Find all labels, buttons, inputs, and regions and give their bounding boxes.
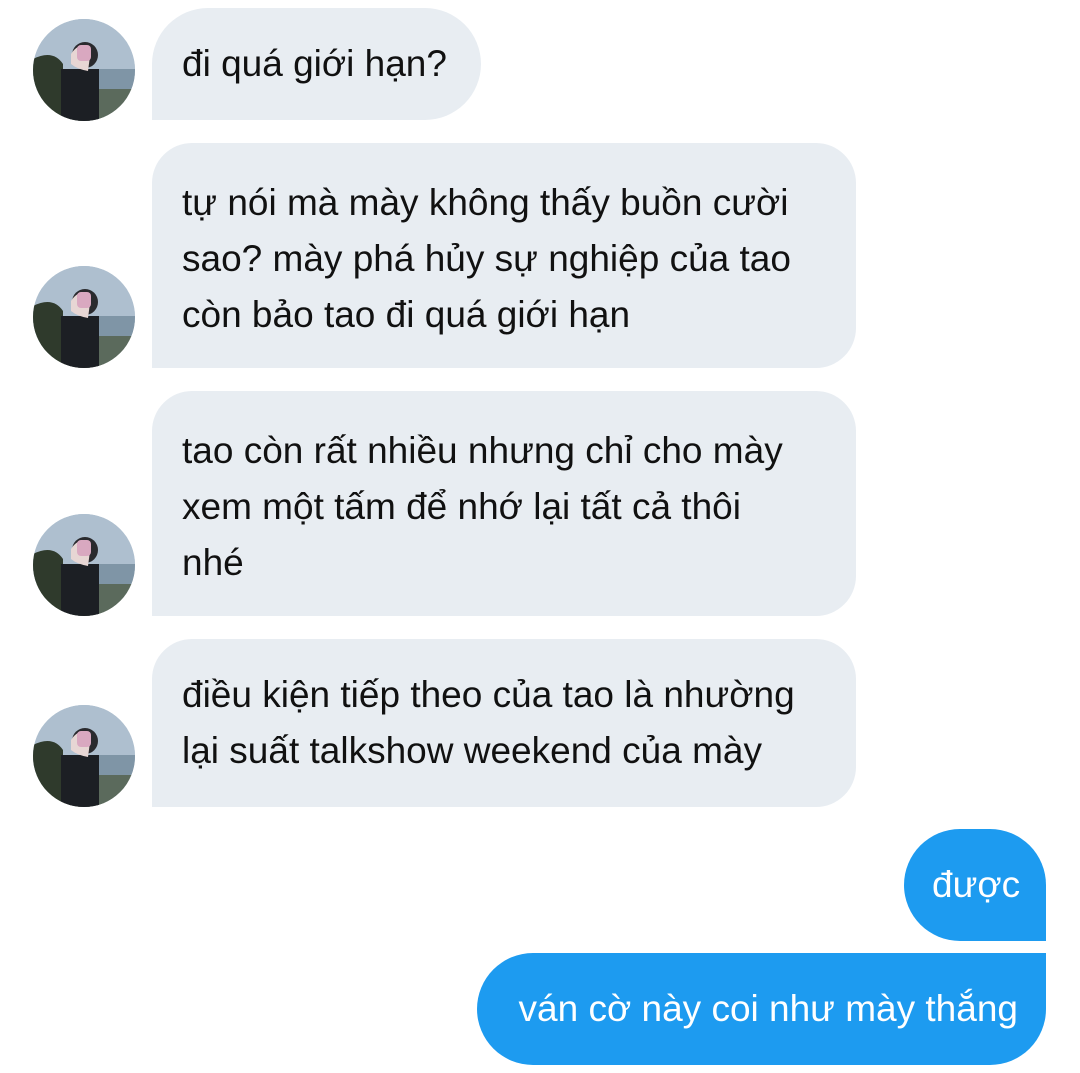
contact-avatar-photo: [33, 514, 135, 616]
message-text-line: sao? mày phá hủy sự nghiệp của tao: [182, 238, 791, 279]
message-text-line: điều kiện tiếp theo của tao là nhường: [182, 674, 795, 715]
contact-avatar[interactable]: [33, 266, 135, 368]
message-text-line: tao còn rất nhiều nhưng chỉ cho mày: [182, 430, 783, 471]
sent-message[interactable]: được: [904, 829, 1046, 941]
message-text-line: lại suất talkshow weekend của mày: [182, 730, 762, 771]
received-message[interactable]: đi quá giới hạn?: [152, 8, 481, 120]
message-text-line: tự nói mà mày không thấy buồn cười: [182, 182, 789, 223]
contact-avatar[interactable]: [33, 705, 135, 807]
message-text: được: [932, 864, 1021, 905]
message-text: đi quá giới hạn?: [182, 43, 447, 84]
contact-avatar[interactable]: [33, 19, 135, 121]
message-text-line: xem một tấm để nhớ lại tất cả thôi: [182, 486, 741, 527]
contact-avatar-photo: [33, 19, 135, 121]
message-text: ván cờ này coi như mày thắng: [518, 988, 1018, 1029]
sent-message[interactable]: ván cờ này coi như mày thắng: [477, 953, 1046, 1065]
contact-avatar[interactable]: [33, 514, 135, 616]
received-message[interactable]: tự nói mà mày không thấy buồn cười sao? …: [152, 143, 856, 368]
received-message[interactable]: tao còn rất nhiều nhưng chỉ cho mày xem …: [152, 391, 856, 616]
contact-avatar-photo: [33, 266, 135, 368]
contact-avatar-photo: [33, 705, 135, 807]
received-message[interactable]: điều kiện tiếp theo của tao là nhường lạ…: [152, 639, 856, 807]
message-text-line: còn bảo tao đi quá giới hạn: [182, 294, 631, 335]
message-text-line: nhé: [182, 542, 244, 583]
